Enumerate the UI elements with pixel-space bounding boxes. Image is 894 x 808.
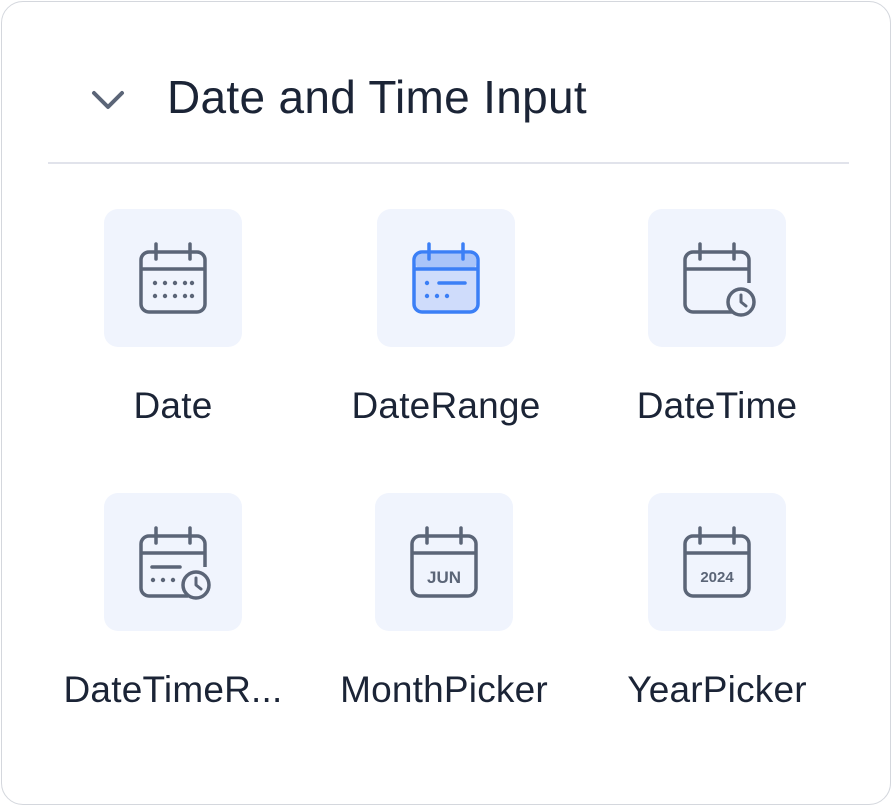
component-daterange[interactable]: DateRange	[326, 209, 566, 449]
year-calendar-icon: 2024	[683, 526, 751, 598]
calendar-range-clock-icon	[139, 526, 211, 600]
section-title: Date and Time Input	[167, 71, 587, 123]
component-label: DateTimeR...	[63, 669, 283, 710]
component-monthpicker[interactable]: JUN MonthPicker	[324, 493, 564, 733]
component-label: DateTime	[636, 385, 798, 426]
chevron-down-icon[interactable]	[90, 86, 126, 116]
calendar-clock-icon	[683, 242, 756, 317]
component-label: YearPicker	[627, 669, 807, 710]
month-calendar-icon: JUN	[410, 526, 478, 598]
component-datetimerange[interactable]: DateTimeR...	[53, 493, 293, 733]
component-icon-box	[648, 209, 786, 347]
component-icon-box: JUN	[375, 493, 513, 631]
section-divider	[48, 162, 849, 164]
component-date[interactable]: Date	[53, 209, 293, 449]
month-icon-text: JUN	[427, 568, 461, 587]
component-icon-box: 2024	[648, 493, 786, 631]
component-label: Date	[133, 385, 213, 426]
calendar-range-icon	[412, 242, 480, 314]
component-icon-box	[104, 493, 242, 631]
calendar-icon	[139, 242, 207, 314]
component-label: DateRange	[351, 385, 541, 426]
component-label: MonthPicker	[340, 669, 548, 710]
section-header[interactable]: Date and Time Input	[48, 62, 848, 142]
component-icon-box	[104, 209, 242, 347]
component-icon-box	[377, 209, 515, 347]
component-yearpicker[interactable]: 2024 YearPicker	[597, 493, 837, 733]
component-panel: Date and Time Input Date DateRange DateT…	[1, 1, 891, 805]
year-icon-text: 2024	[700, 569, 734, 586]
component-datetime[interactable]: DateTime	[597, 209, 837, 449]
